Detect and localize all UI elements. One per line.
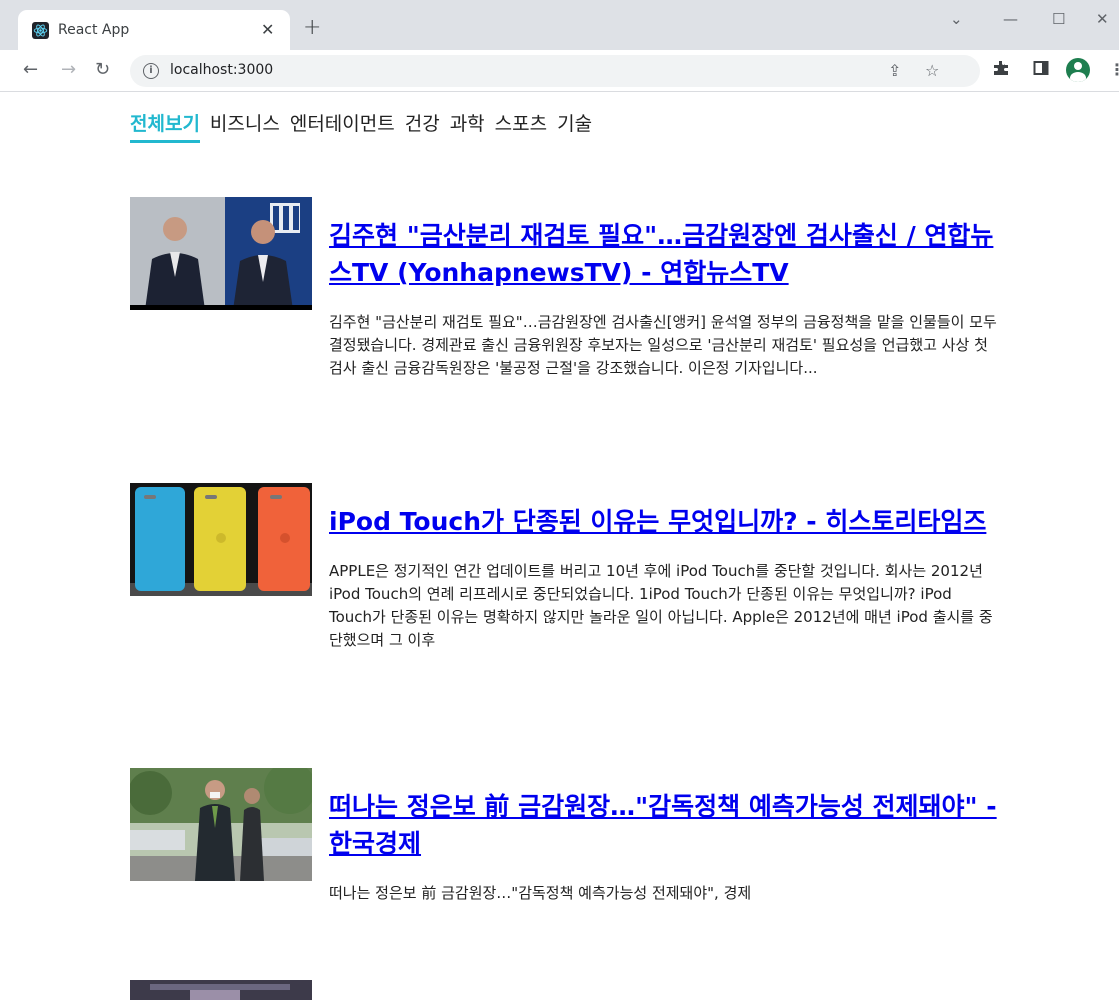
url-text: localhost:3000 (170, 62, 274, 78)
tab-title: React App (58, 22, 130, 38)
star-icon[interactable]: ☆ (925, 61, 939, 81)
forward-icon[interactable]: → (61, 59, 76, 81)
news-contents: iPod Touch가 단종된 이유는 무엇입니까? - 히스토리타임즈 APP… (329, 483, 999, 652)
info-icon[interactable]: i (143, 63, 159, 79)
profile-avatar-icon[interactable] (1066, 58, 1090, 82)
extensions-icon[interactable] (993, 60, 1009, 81)
news-contents: 김주현 "금산분리 재검토 필요"…금감원장엔 검사출신 / 연합뉴스TV (Y… (329, 197, 999, 380)
news-title-link[interactable]: iPod Touch가 단종된 이유는 무엇입니까? - 히스토리타임즈 (329, 503, 999, 540)
news-thumbnail[interactable] (130, 483, 312, 596)
category-science[interactable]: 과학 (450, 109, 485, 143)
news-description: 떠나는 정은보 前 금감원장…"감독정책 예측가능성 전제돼야", 경제 (329, 884, 752, 902)
category-health[interactable]: 건강 (405, 109, 440, 143)
page-viewport: 전체보기 비즈니스 엔터테이먼트 건강 과학 스포츠 기술 김주현 "금산분리 … (0, 93, 1119, 1000)
react-favicon-icon (32, 22, 49, 39)
browser-toolbar: ← → ↻ i localhost:3000 ⇪ ☆ ⋮ (0, 50, 1119, 92)
share-icon[interactable]: ⇪ (888, 61, 901, 81)
news-title-link[interactable]: 김주현 "금산분리 재검토 필요"…금감원장엔 검사출신 / 연합뉴스TV (Y… (329, 217, 999, 291)
close-window-icon[interactable]: ✕ (1096, 10, 1109, 28)
news-description: 김주현 "금산분리 재검토 필요"…금감원장엔 검사출신[앵커] 윤석열 정부의… (329, 313, 997, 377)
category-technology[interactable]: 기술 (557, 109, 592, 143)
news-thumbnail[interactable] (130, 980, 312, 1000)
minimize-icon[interactable]: — (1003, 10, 1018, 28)
tab-search-icon[interactable]: ⌄ (950, 10, 963, 28)
news-thumbnail[interactable] (130, 197, 312, 310)
tab-close-icon[interactable]: ✕ (261, 21, 274, 39)
address-bar[interactable]: i localhost:3000 ⇪ ☆ (130, 55, 980, 87)
news-description: APPLE은 정기적인 연간 업데이트를 버리고 10년 후에 iPod Tou… (329, 562, 993, 649)
news-thumbnail[interactable] (130, 768, 312, 881)
sidepanel-icon[interactable] (1033, 60, 1049, 81)
reload-icon[interactable]: ↻ (95, 59, 110, 81)
category-all[interactable]: 전체보기 (130, 109, 200, 143)
news-contents: 떠나는 정은보 前 금감원장…"감독정책 예측가능성 전제돼야" - 한국경제 … (329, 768, 999, 905)
back-icon[interactable]: ← (23, 59, 38, 81)
category-nav: 전체보기 비즈니스 엔터테이먼트 건강 과학 스포츠 기술 (130, 109, 592, 143)
category-sports[interactable]: 스포츠 (495, 109, 547, 143)
tab-strip: React App ✕ + ⌄ — ☐ ✕ (0, 0, 1119, 50)
maximize-icon[interactable]: ☐ (1052, 10, 1065, 28)
new-tab-button[interactable]: + (303, 17, 321, 39)
menu-icon[interactable]: ⋮ (1109, 60, 1119, 80)
news-title-link[interactable]: 떠나는 정은보 前 금감원장…"감독정책 예측가능성 전제돼야" - 한국경제 (329, 788, 999, 862)
category-entertainment[interactable]: 엔터테이먼트 (290, 109, 395, 143)
browser-tab[interactable]: React App ✕ (18, 10, 290, 50)
category-business[interactable]: 비즈니스 (210, 109, 280, 143)
